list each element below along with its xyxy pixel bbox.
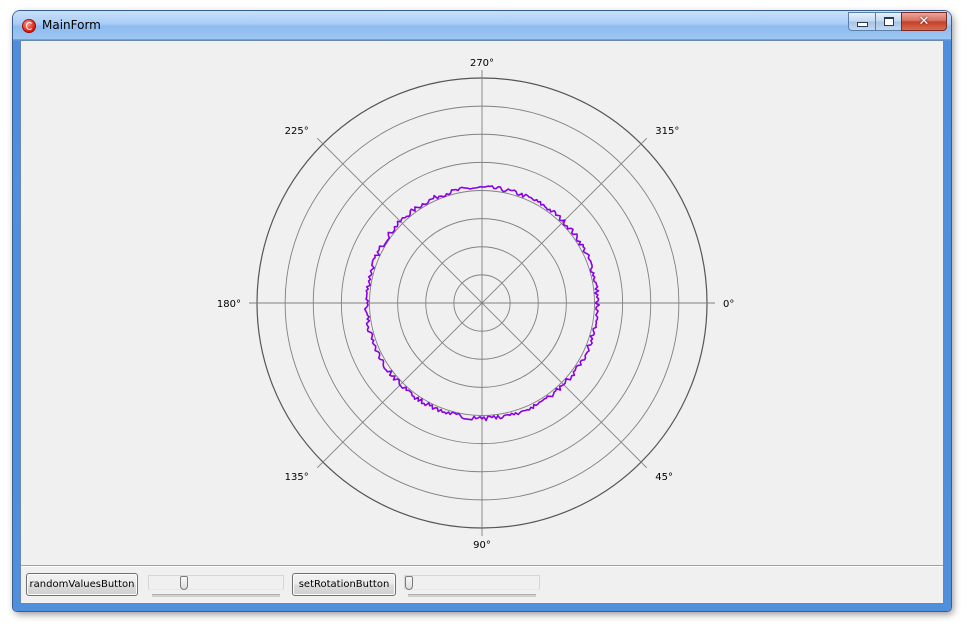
- random-values-slider[interactable]: [148, 575, 284, 599]
- angle-label: 180°: [217, 299, 241, 310]
- rotation-slider[interactable]: [404, 575, 540, 599]
- main-window: MainForm ✕ 270° 315° 0° 45° 90° 135° 180° 225° …: [13, 11, 951, 611]
- slider-track: [404, 575, 540, 590]
- close-button[interactable]: ✕: [901, 12, 947, 31]
- close-icon: ✕: [918, 14, 930, 29]
- minimize-icon: [856, 22, 868, 27]
- app-red-circle-icon[interactable]: [22, 19, 36, 33]
- bottom-toolbar: randomValuesButton setRotationButton: [21, 567, 943, 603]
- polar-chart-svg: 270° 315° 0° 45° 90° 135° 180° 225°: [217, 58, 734, 551]
- maximize-icon: [883, 17, 894, 26]
- angle-label: 225°: [285, 126, 309, 137]
- angle-label: 315°: [655, 126, 679, 137]
- slider-track: [148, 575, 284, 590]
- slider-thumb[interactable]: [180, 576, 188, 590]
- client-area: 270° 315° 0° 45° 90° 135° 180° 225° randomValue…: [20, 40, 944, 604]
- window-title: MainForm: [42, 18, 101, 32]
- random-values-button[interactable]: randomValuesButton: [26, 573, 138, 596]
- minimize-button[interactable]: [848, 12, 875, 31]
- angle-label: 90°: [473, 540, 491, 551]
- slider-groove: [408, 594, 536, 597]
- angle-label: 135°: [285, 472, 309, 483]
- angle-label: 45°: [655, 472, 673, 483]
- slider-thumb[interactable]: [405, 576, 413, 590]
- set-rotation-button[interactable]: setRotationButton: [292, 573, 396, 596]
- title-bar[interactable]: MainForm ✕: [13, 11, 951, 39]
- maximize-button[interactable]: [875, 12, 901, 31]
- angle-label: 270°: [470, 58, 494, 69]
- polar-plot: 270° 315° 0° 45° 90° 135° 180° 225°: [21, 41, 943, 566]
- caption-buttons: ✕: [848, 12, 947, 31]
- angle-label: 0°: [723, 299, 734, 310]
- slider-groove: [152, 594, 280, 597]
